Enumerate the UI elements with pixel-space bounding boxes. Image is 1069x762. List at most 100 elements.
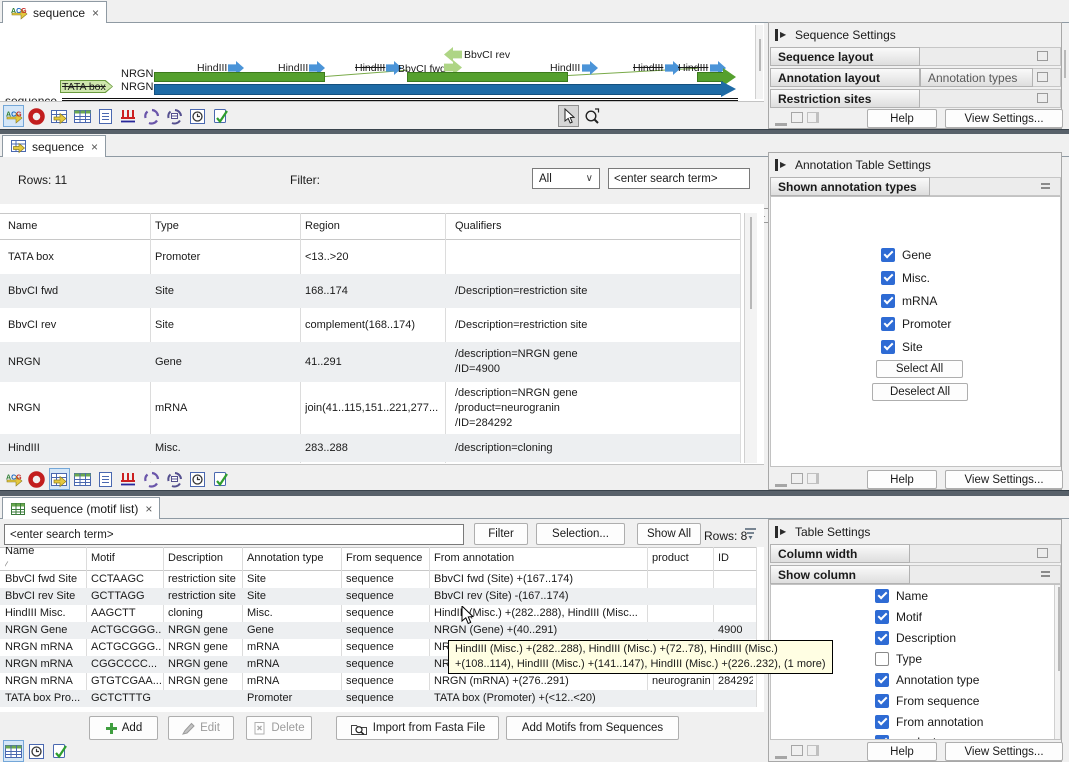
mrna-segment[interactable] [697, 72, 724, 82]
view-settings-button[interactable]: View Settings... [945, 742, 1063, 761]
column-header-product[interactable]: product [652, 547, 710, 570]
element-info-icon[interactable] [49, 740, 70, 762]
close-icon[interactable]: × [145, 502, 152, 516]
float-section-icon[interactable] [1037, 51, 1048, 61]
tab-sequence-view[interactable]: ACG sequence × [2, 1, 107, 23]
sequence-linear-view-icon[interactable]: ACG [3, 468, 24, 490]
deselect-all-button[interactable]: Deselect All [872, 383, 968, 401]
table-row[interactable]: HindIII Misc. 283..288 /description=clon… [0, 434, 740, 462]
float-section-icon[interactable] [1037, 93, 1048, 103]
selection-button[interactable]: Selection... [536, 523, 625, 545]
checkbox-misc[interactable]: Misc. [881, 271, 930, 285]
checkbox-from-sequence[interactable]: From sequence [875, 694, 979, 708]
checkbox-annotation-type[interactable]: Annotation type [875, 673, 979, 687]
history-view-icon[interactable] [187, 468, 208, 490]
section-column-width[interactable]: Column width [770, 544, 910, 563]
add-motifs-button[interactable]: Add Motifs from Sequences [506, 716, 679, 740]
column-header-name[interactable]: Name [8, 213, 143, 239]
text-view-icon[interactable] [95, 105, 116, 127]
section-annotation-layout[interactable]: Annotation layout [770, 68, 920, 87]
circular-table-icon[interactable] [164, 105, 185, 127]
history-view-icon[interactable] [187, 105, 208, 127]
table-row[interactable]: NRGN mRNA join(41..115,151..221,277.....… [0, 382, 740, 434]
sequence-settings-header[interactable]: ▶ Sequence Settings [769, 25, 896, 45]
checkbox-product[interactable]: product [875, 735, 936, 740]
checkbox-name[interactable]: Name [875, 589, 928, 603]
circular-table-icon[interactable] [164, 468, 185, 490]
import-fasta-button[interactable]: Import from Fasta File [336, 716, 499, 740]
sequence-linear-view-icon[interactable]: ACG [3, 105, 24, 127]
checkbox-description[interactable]: Description [875, 631, 956, 645]
minimize-panel-icon[interactable] [775, 115, 787, 126]
table-row[interactable]: NRGN mRNA GTGTCGAA... NRGN gene mRNA seq… [0, 673, 756, 690]
table-settings-header[interactable]: ▶ Table Settings [769, 522, 870, 542]
table-view-icon[interactable] [3, 740, 24, 762]
column-header-qualifiers[interactable]: Qualifiers [455, 213, 735, 239]
column-header-annotation-type[interactable]: Annotation type [247, 547, 339, 570]
section-annotation-types[interactable]: Annotation types [920, 68, 1033, 87]
section-restriction-sites[interactable]: Restriction sites [770, 89, 920, 108]
circular-view-icon[interactable] [26, 105, 47, 127]
table-row[interactable]: TATA box Pro... GCTCTTTG Promoter sequen… [0, 690, 756, 707]
tab-annotation-table[interactable]: sequence × [2, 135, 106, 157]
column-header-id[interactable]: ID [718, 547, 753, 570]
checkbox-site[interactable]: Site [881, 340, 923, 354]
help-button[interactable]: Help [867, 470, 937, 489]
checkbox-mrna[interactable]: mRNA [881, 294, 937, 308]
show-all-button[interactable]: Show All [637, 523, 701, 545]
collapse-section-icon[interactable] [1041, 183, 1050, 189]
history-view-icon[interactable] [26, 740, 47, 762]
annotation-table-icon[interactable] [49, 468, 70, 490]
section-sequence-layout[interactable]: Sequence layout [770, 47, 920, 66]
delete-button[interactable]: Delete [246, 716, 312, 740]
checkbox-type[interactable]: Type [875, 652, 922, 666]
minimize-panel-icon[interactable] [775, 748, 787, 759]
settings-scrollbar-thumb[interactable] [1064, 50, 1066, 78]
checkbox-gene[interactable]: Gene [881, 248, 931, 262]
element-info-icon[interactable] [210, 105, 231, 127]
column-header-from-annotation[interactable]: From annotation [434, 547, 646, 570]
edit-button[interactable]: Edit [168, 716, 234, 740]
column-header-from-sequence[interactable]: From sequence [346, 547, 427, 570]
dock-panel-icon[interactable] [807, 473, 819, 484]
table-row[interactable]: BbvCI fwd Site 168..174 /Description=res… [0, 274, 740, 308]
tab-motif-list[interactable]: sequence (motif list) × [2, 497, 160, 519]
element-info-icon[interactable] [210, 468, 231, 490]
checkbox-motif[interactable]: Motif [875, 610, 922, 624]
gene-bar[interactable] [154, 84, 722, 95]
table-row[interactable]: BbvCI fwd Site CCTAAGC restriction site … [0, 571, 756, 588]
float-panel-icon[interactable] [791, 112, 803, 123]
mrna-segment[interactable] [154, 72, 325, 82]
filter-icon[interactable] [744, 527, 757, 540]
add-button[interactable]: Add [89, 716, 158, 740]
annotation-table-scrollbar[interactable] [744, 213, 757, 463]
restriction-map-icon[interactable] [118, 468, 139, 490]
mrna-segment[interactable] [407, 72, 568, 82]
table-view-icon[interactable] [72, 105, 93, 127]
minimize-panel-icon[interactable] [775, 476, 787, 487]
table-row[interactable]: TATA box Promoter <13..>20 [0, 240, 740, 274]
close-icon[interactable]: × [92, 6, 99, 20]
table-row[interactable]: HindIII Misc. AAGCTT cloning Misc. seque… [0, 605, 756, 622]
sequence-view-canvas[interactable]: HindIII HindIII HindIII BbvCI fwd BbvCI … [0, 23, 764, 101]
select-all-button[interactable]: Select All [876, 360, 963, 378]
annotation-table-icon[interactable] [49, 105, 70, 127]
dock-panel-icon[interactable] [807, 112, 819, 123]
section-shown-annotation-types[interactable]: Shown annotation types [770, 177, 930, 196]
zoom-tool-button[interactable] [581, 105, 602, 127]
filter-button[interactable]: Filter [474, 523, 528, 545]
view-settings-button[interactable]: View Settings... [945, 470, 1063, 489]
show-column-scrollbar[interactable] [1054, 585, 1061, 740]
view-settings-button[interactable]: View Settings... [945, 109, 1063, 128]
column-header-description[interactable]: Description [168, 547, 240, 570]
help-button[interactable]: Help [867, 109, 937, 128]
dock-panel-icon[interactable] [807, 745, 819, 756]
annotation-settings-header[interactable]: ▶ Annotation Table Settings [769, 155, 931, 175]
column-header-motif[interactable]: Motif [91, 547, 161, 570]
filter-column-dropdown[interactable]: All ∨ [532, 168, 600, 189]
section-show-column[interactable]: Show column [770, 565, 910, 584]
table-row[interactable]: NRGN Gene 41..291 /description=NRGN gene… [0, 342, 740, 382]
pointer-tool-button[interactable] [558, 105, 579, 127]
checkbox-from-annotation[interactable]: From annotation [875, 715, 983, 729]
checkbox-promoter[interactable]: Promoter [881, 317, 951, 331]
